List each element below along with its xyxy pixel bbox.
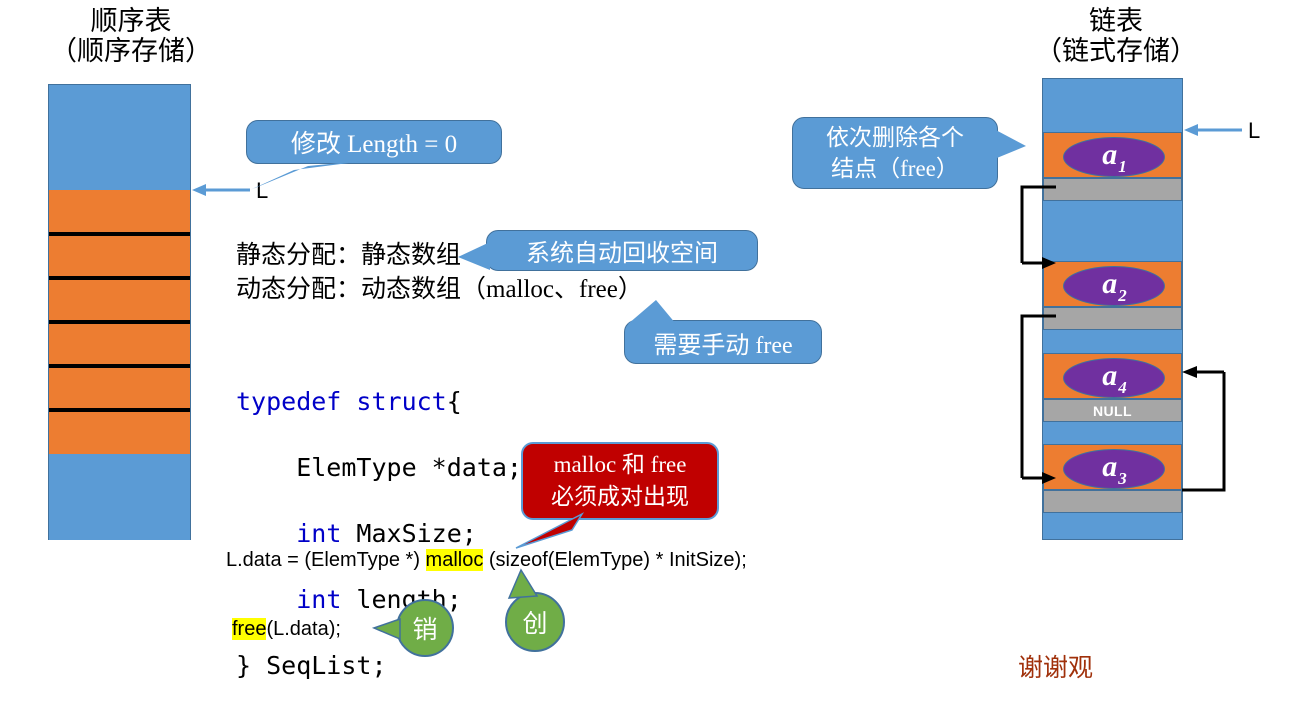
alloc-static-line: 静态分配：静态数组 — [236, 242, 462, 269]
seq-cell-divider-1 — [49, 232, 190, 236]
linked-node-1-pointer — [1043, 178, 1182, 201]
callout-pair-line2: 必须成对出现 — [551, 484, 689, 509]
bubble-create-tail — [507, 568, 539, 599]
callout-auto-free-tail — [458, 242, 490, 270]
seq-list-title-line1: 顺序表 — [90, 6, 172, 36]
bubble-create-text: 创 — [522, 611, 548, 638]
linked-node-3-ellipse: a3 — [1063, 449, 1165, 489]
linked-pointer-arrow-icon — [1184, 124, 1242, 136]
seq-cell-divider-5 — [49, 408, 190, 412]
linked-node-4-data: a4 — [1043, 353, 1182, 399]
callout-auto-free: 系统自动回收空间 — [486, 230, 758, 271]
linked-node-3-pointer — [1043, 490, 1182, 513]
seq-cell-divider-3 — [49, 320, 190, 324]
callout-pair-tail — [515, 512, 585, 549]
linked-list-title-line2: （链式存储） — [1035, 36, 1197, 66]
bubble-destroy: 销 — [396, 599, 454, 657]
linked-node-1-index: 1 — [1118, 157, 1127, 176]
seq-cell-used-6 — [49, 410, 190, 454]
callout-delete-nodes: 依次删除各个 结点（free） — [792, 117, 998, 189]
callout-manual-free-text: 需要手动 free — [653, 332, 793, 359]
code-line-2: ElemType *data; — [236, 453, 522, 482]
bubble-destroy-tail — [371, 617, 401, 641]
linked-node-2-ellipse: a2 — [1063, 266, 1165, 306]
linked-node-3-data: a3 — [1043, 444, 1182, 490]
callout-delete-nodes-line1: 依次删除各个 — [826, 125, 964, 150]
malloc-keyword-highlight: malloc — [425, 549, 484, 571]
seq-cell-used-5 — [49, 366, 190, 410]
linked-node-4-index: 4 — [1118, 378, 1127, 397]
linked-node-2-data: a2 — [1043, 261, 1182, 307]
malloc-statement-suffix: (sizeof(ElemType) * InitSize); — [483, 549, 747, 571]
seq-cell-free-top — [49, 85, 190, 190]
linked-pointer-label: L — [1248, 118, 1261, 143]
bottom-note: 谢谢观 — [1018, 655, 1094, 682]
free-keyword-highlight: free — [232, 618, 267, 640]
callout-modify-length-tail — [250, 160, 372, 190]
bubble-create: 创 — [505, 592, 565, 652]
linked-list-title: 链表 （链式存储） — [1021, 6, 1211, 66]
seq-list-title-line2: （顺序存储） — [50, 36, 212, 66]
linked-node-4-null-label: NULL — [1093, 403, 1132, 419]
linked-node-3-label: a3 — [1102, 450, 1127, 488]
seq-cell-free-bottom — [49, 454, 190, 540]
callout-delete-nodes-tail — [992, 128, 1026, 160]
seq-list-title: 顺序表 （顺序存储） — [36, 6, 226, 66]
free-statement: free(L.data); — [232, 618, 341, 641]
seq-cell-used-4 — [49, 322, 190, 366]
callout-pair-line1: malloc 和 free — [553, 452, 687, 477]
linked-node-4-label: a4 — [1102, 359, 1127, 397]
linked-list-column: a1 a2 a4 NULL a3 — [1042, 78, 1183, 540]
seq-pointer-arrow-icon — [192, 184, 250, 196]
seq-cell-divider-4 — [49, 364, 190, 368]
link-arrow-node1-to-node2 — [1020, 185, 1056, 269]
code-keyword-typedef-struct: typedef struct — [236, 387, 447, 416]
alloc-dynamic-line: 动态分配：动态数组（malloc、free） — [236, 276, 643, 303]
callout-malloc-free-pair: malloc 和 free 必须成对出现 — [521, 442, 719, 520]
free-statement-suffix: (L.data); — [266, 618, 341, 640]
code-line-1: typedef struct{ — [236, 385, 522, 418]
seq-cell-divider-2 — [49, 276, 190, 280]
linked-node-2-index: 2 — [1118, 286, 1127, 305]
code-line-3-rest: MaxSize; — [341, 519, 477, 548]
callout-auto-free-text: 系统自动回收空间 — [526, 241, 718, 267]
callout-delete-nodes-line2: 结点（free） — [831, 156, 959, 181]
bubble-destroy-text: 销 — [412, 617, 438, 644]
callout-manual-free-tail — [628, 300, 676, 324]
linked-node-3-index: 3 — [1118, 469, 1127, 488]
linked-node-1-label: a1 — [1102, 138, 1127, 176]
linked-node-1-data: a1 — [1043, 132, 1182, 178]
seq-cell-used-1 — [49, 190, 190, 234]
callout-modify-length-text: 修改 Length = 0 — [290, 131, 458, 158]
linked-node-1-ellipse: a1 — [1063, 137, 1165, 177]
code-keyword-int-1: int — [296, 519, 342, 548]
seq-cell-used-3 — [49, 278, 190, 322]
link-arrow-node2-to-node3 — [1020, 314, 1056, 484]
linked-node-4-pointer: NULL — [1043, 399, 1182, 422]
code-line-5: } SeqList; — [236, 651, 387, 680]
linked-list-title-line1: 链表 — [1089, 6, 1143, 36]
linked-node-2-label: a2 — [1102, 267, 1127, 305]
code-keyword-int-2: int — [296, 585, 342, 614]
linked-node-2-pointer — [1043, 307, 1182, 330]
malloc-statement-prefix: L.data = (ElemType *) — [226, 549, 426, 571]
code-line-1-rest: { — [446, 387, 462, 416]
sequential-array-column — [48, 84, 191, 540]
link-arrow-node3-to-node4 — [1182, 366, 1226, 492]
linked-node-4-ellipse: a4 — [1063, 358, 1165, 398]
seq-cell-used-2 — [49, 234, 190, 278]
malloc-statement: L.data = (ElemType *) malloc (sizeof(Ele… — [226, 549, 747, 572]
code-line-4: int length; — [236, 583, 522, 616]
callout-modify-length: 修改 Length = 0 — [246, 120, 502, 164]
callout-manual-free: 需要手动 free — [624, 320, 822, 364]
struct-code-block: typedef struct{ ElemType *data; int MaxS… — [236, 352, 522, 715]
code-line-3: int MaxSize; — [236, 517, 522, 550]
